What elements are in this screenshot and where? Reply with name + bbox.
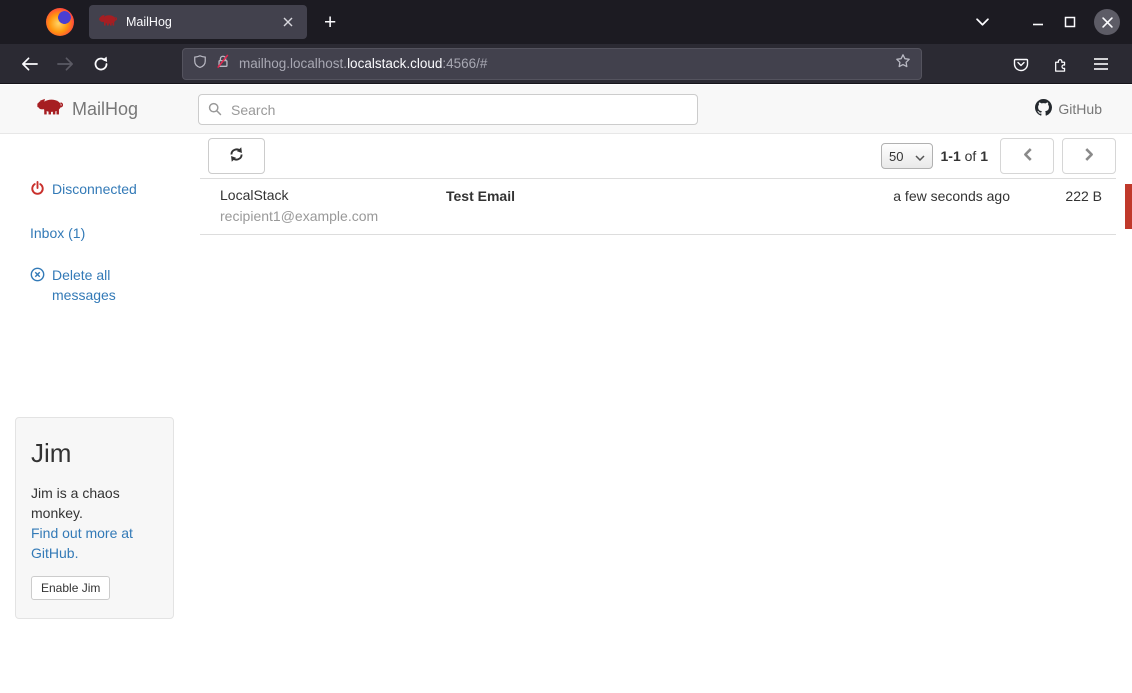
next-page-button[interactable] xyxy=(1062,138,1116,174)
prev-page-button[interactable] xyxy=(1000,138,1054,174)
tab-close-icon[interactable] xyxy=(279,13,297,31)
enable-jim-button[interactable]: Enable Jim xyxy=(31,576,110,600)
mailhog-brand[interactable]: MailHog xyxy=(37,85,138,133)
delete-circle-icon xyxy=(30,267,45,287)
extensions-puzzle-icon[interactable] xyxy=(1046,49,1076,79)
search-input[interactable] xyxy=(198,94,698,125)
message-list: LocalStack recipient1@example.com Test E… xyxy=(200,178,1116,235)
bookmark-star-icon[interactable] xyxy=(895,53,911,74)
power-icon xyxy=(30,181,45,201)
browser-tab-bar: MailHog + xyxy=(0,0,1132,44)
shield-icon[interactable] xyxy=(193,54,207,74)
inbox-label: Inbox (1) xyxy=(30,223,85,243)
search-icon xyxy=(208,102,222,121)
new-tab-button[interactable]: + xyxy=(324,12,336,33)
message-recipient: recipient1@example.com xyxy=(220,206,446,226)
mailhog-page: MailHog GitHub Disconnected Inbox (1) xyxy=(0,85,1132,693)
message-list-pane: 50 1-1 of 1 xyxy=(200,134,1116,235)
sidebar: Disconnected Inbox (1) Delete all messag… xyxy=(0,134,186,305)
mailhog-favicon-icon xyxy=(99,13,117,32)
url-text[interactable]: mailhog.localhost.localstack.cloud:4566/… xyxy=(239,56,886,71)
reload-icon[interactable] xyxy=(86,49,116,79)
browser-navbar: mailhog.localhost.localstack.cloud:4566/… xyxy=(0,44,1132,84)
chevron-right-icon xyxy=(1085,148,1094,164)
chevron-down-icon xyxy=(915,149,925,164)
message-subject: Test Email xyxy=(446,185,830,206)
page-size-select[interactable]: 50 xyxy=(881,143,932,169)
list-toolbar: 50 1-1 of 1 xyxy=(200,134,1116,178)
github-link[interactable]: GitHub xyxy=(1035,85,1102,133)
forward-icon[interactable] xyxy=(50,49,80,79)
github-icon xyxy=(1035,99,1052,119)
sidebar-item-inbox[interactable]: Inbox (1) xyxy=(30,223,186,243)
chevron-left-icon xyxy=(1023,148,1032,164)
close-window-button[interactable] xyxy=(1094,9,1120,35)
red-indicator-bar xyxy=(1125,184,1132,229)
maximize-button[interactable] xyxy=(1054,6,1086,38)
message-size: 222 B xyxy=(1010,185,1102,206)
message-row[interactable]: LocalStack recipient1@example.com Test E… xyxy=(200,179,1116,235)
delete-all-label: Delete all messages xyxy=(52,265,138,305)
jim-panel: Jim Jim is a chaos monkey. Find out more… xyxy=(15,417,174,619)
minimize-button[interactable] xyxy=(1022,6,1054,38)
pocket-icon[interactable] xyxy=(1006,49,1036,79)
message-sender: LocalStack xyxy=(220,185,446,205)
page-size-value: 50 xyxy=(889,149,903,164)
url-bar[interactable]: mailhog.localhost.localstack.cloud:4566/… xyxy=(182,48,922,80)
pagination: 50 1-1 of 1 xyxy=(881,138,1116,174)
pagination-range: 1-1 of 1 xyxy=(941,148,989,164)
insecure-lock-icon[interactable] xyxy=(216,54,230,74)
list-all-tabs-icon[interactable] xyxy=(966,6,998,38)
message-time: a few seconds ago xyxy=(830,185,1010,206)
menu-hamburger-icon[interactable] xyxy=(1086,49,1116,79)
refresh-icon xyxy=(228,146,245,166)
mailhog-header: MailHog GitHub xyxy=(0,85,1132,134)
github-label: GitHub xyxy=(1058,101,1102,117)
disconnected-label: Disconnected xyxy=(52,179,137,199)
brand-title: MailHog xyxy=(72,99,138,120)
jim-title: Jim xyxy=(31,438,158,469)
refresh-button[interactable] xyxy=(208,138,265,174)
tab-title: MailHog xyxy=(126,15,279,29)
jim-description: Jim is a chaos monkey. xyxy=(31,483,158,523)
back-icon[interactable] xyxy=(14,49,44,79)
jim-github-link[interactable]: Find out more at GitHub. xyxy=(31,523,158,563)
sidebar-item-disconnected[interactable]: Disconnected xyxy=(30,179,186,201)
firefox-logo-icon[interactable] xyxy=(46,8,74,36)
mailhog-pig-icon xyxy=(37,97,63,121)
browser-tab-mailhog[interactable]: MailHog xyxy=(89,5,307,39)
sidebar-item-delete-all[interactable]: Delete all messages xyxy=(30,265,150,305)
